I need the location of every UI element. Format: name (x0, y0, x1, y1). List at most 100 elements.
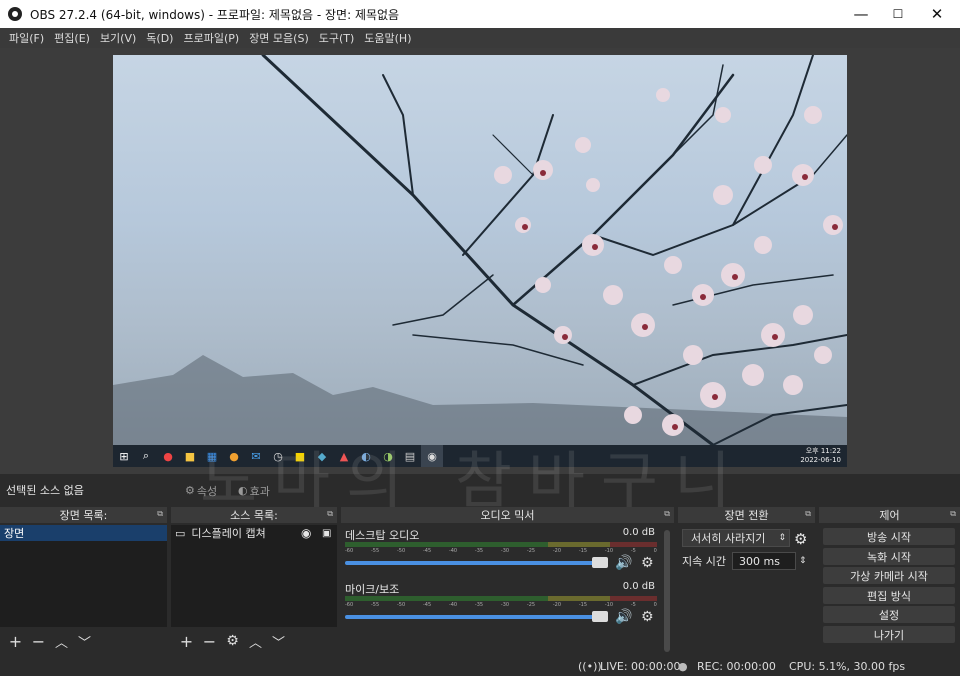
source-item-label: 디스플레이 캡쳐 (191, 527, 266, 540)
undock-icon[interactable]: ⧉ (157, 509, 163, 519)
chrome-icon: ● (163, 449, 173, 463)
filter-icon: ◐ (238, 484, 248, 497)
scenes-dock: 장면 목록: ⧉ 장면 + − ︿ ﹀ (0, 507, 167, 653)
menu-bar: 파일(F) 편집(E) 보기(V) 독(D) 프로파일(P) 장면 모음(S) … (0, 28, 960, 48)
gear-icon: ⚙ (185, 484, 195, 497)
monitor-icon: ▭ (175, 526, 186, 540)
undock-icon[interactable]: ⧉ (664, 509, 670, 519)
audio-mixer: 데스크탑 오디오 0.0 dB -60 -55 -50 -45 -40 -35 -30 -25… (341, 525, 671, 653)
volume-slider[interactable] (345, 561, 607, 565)
scene-list: 장면 (0, 525, 167, 627)
browser-icon: ● (229, 449, 239, 463)
remove-source-icon[interactable]: − (198, 632, 221, 651)
visibility-eye-icon[interactable]: ◉ (301, 526, 311, 540)
no-source-selected-label: 선택된 소스 없음 (6, 484, 84, 497)
transitions-panel: 서서히 사라지기 ⇕ ⚙ 지속 시간 300 ms ⇕ (678, 525, 815, 653)
menu-help[interactable]: 도움말(H) (359, 30, 416, 46)
controls-header: 제어 ⧉ (819, 507, 960, 523)
move-down-icon[interactable]: ﹀ (73, 632, 96, 651)
close-button[interactable]: ✕ (914, 0, 960, 28)
volume-slider-handle[interactable] (592, 611, 608, 622)
meter-ticks: -60 -55 -50 -45 -40 -35 -30 -25 -20 -15 -10 -5 0 (345, 548, 657, 554)
desktop-audio-channel: 데스크탑 오디오 0.0 dB -60 -55 -50 -45 -40 -35 -30 -25… (345, 527, 657, 571)
move-up-icon[interactable]: ︿ (244, 632, 267, 651)
transitions-dock: 장면 전환 ⧉ (678, 507, 815, 525)
menu-scene-collection[interactable]: 장면 모음(S) (244, 30, 314, 46)
add-source-icon[interactable]: + (175, 632, 198, 651)
transition-select[interactable]: 서서히 사라지기 ⇕ (682, 529, 790, 547)
taskbar-clock: 오후 11:22 2022-06-10 (800, 447, 841, 464)
channel-name: 마이크/보조 (345, 583, 400, 596)
move-down-icon[interactable]: ﹀ (267, 632, 290, 651)
studio-mode-button[interactable]: 편집 방식 (823, 587, 955, 604)
clock-app-icon: ◷ (273, 449, 283, 463)
status-bar: ((•)) LIVE: 00:00:00 ● REC: 00:00:00 CPU… (0, 656, 960, 676)
folder-icon: ■ (184, 449, 196, 463)
speaker-icon[interactable]: 🔊 (615, 609, 632, 625)
menu-edit[interactable]: 편집(E) (49, 30, 95, 46)
preview-canvas[interactable]: ⊞ ⌕ ● ■ ▦ ● ✉ ◷ ■ ◆ ▲ ◐ ◑ ▤ ◉ 오후 11:22 20… (113, 55, 847, 467)
desktop-taskbar: ⊞ ⌕ ● ■ ▦ ● ✉ ◷ ■ ◆ ▲ ◐ ◑ ▤ ◉ 오후 11:22 20… (113, 445, 847, 467)
volume-slider[interactable] (345, 615, 607, 619)
source-properties-icon[interactable]: ⚙ (221, 633, 244, 649)
mic-aux-channel: 마이크/보조 0.0 dB -60 -55 -50 -45 -40 -35 -30 -25 -2… (345, 581, 657, 625)
gear-icon[interactable]: ⚙ (794, 530, 807, 548)
menu-file[interactable]: 파일(F) (4, 30, 49, 46)
sources-dock: 소스 목록: ⧉ ▭ 디스플레이 캡쳐 ◉ ▣ + − ⚙ ︿ ﹀ (171, 507, 337, 653)
sticky-notes-icon: ■ (294, 449, 306, 463)
gear-icon[interactable]: ⚙ (641, 555, 654, 571)
undock-icon[interactable]: ⧉ (805, 509, 811, 519)
mixer-scrollbar[interactable] (664, 530, 670, 652)
mixer-header: 오디오 믹서 ⧉ (341, 507, 674, 523)
exit-button[interactable]: 나가기 (823, 626, 955, 643)
live-timer: LIVE: 00:00:00 (600, 659, 681, 673)
paint-icon: ◐ (361, 449, 371, 463)
palette-icon: ◑ (383, 449, 393, 463)
start-streaming-button[interactable]: 방송 시작 (823, 528, 955, 545)
spin-arrows-icon[interactable]: ⇕ (799, 556, 807, 566)
volume-meter (345, 596, 657, 601)
properties-button[interactable]: ⚙ 속성 (185, 481, 217, 500)
start-recording-button[interactable]: 녹화 시작 (823, 548, 955, 565)
start-virtual-camera-button[interactable]: 가상 카메라 시작 (823, 567, 955, 584)
volume-slider-handle[interactable] (592, 557, 608, 568)
lock-icon[interactable]: ▣ (322, 528, 331, 539)
settings-button[interactable]: 설정 (823, 606, 955, 623)
add-scene-icon[interactable]: + (4, 632, 27, 651)
duration-input[interactable]: 300 ms (731, 552, 796, 570)
speaker-icon[interactable]: 🔊 (615, 555, 632, 571)
undock-icon[interactable]: ⧉ (327, 509, 333, 519)
source-list: ▭ 디스플레이 캡쳐 ◉ ▣ (171, 525, 337, 627)
duration-label: 지속 시간 (682, 555, 726, 568)
scene-item[interactable]: 장면 (0, 525, 167, 541)
broadcast-icon: ((•)) (578, 659, 602, 673)
preview-area[interactable]: ⊞ ⌕ ● ■ ▦ ● ✉ ◷ ■ ◆ ▲ ◐ ◑ ▤ ◉ 오후 11:22 20… (0, 48, 960, 474)
volume-meter (345, 542, 657, 547)
cpu-fps: CPU: 5.1%, 30.00 fps (789, 659, 906, 673)
menu-docks[interactable]: 독(D) (141, 30, 178, 46)
undock-icon[interactable]: ⧉ (950, 509, 956, 519)
title-bar: OBS 27.2.4 (64-bit, windows) - 프로파일: 제목없… (0, 0, 960, 28)
gear-icon[interactable]: ⚙ (641, 609, 654, 625)
image-viewer-icon: ▲ (339, 449, 349, 463)
scenes-header: 장면 목록: ⧉ (0, 507, 167, 523)
meter-ticks: -60 -55 -50 -45 -40 -35 -30 -25 -20 -15 -10 -5 0 (345, 602, 657, 608)
chevron-updown-icon: ⇕ (778, 533, 786, 543)
menu-view[interactable]: 보기(V) (95, 30, 141, 46)
controls-panel: 방송 시작 녹화 시작 가상 카메라 시작 편집 방식 설정 나가기 (818, 525, 960, 653)
remove-scene-icon[interactable]: − (27, 632, 50, 651)
menu-profile[interactable]: 프로파일(P) (178, 30, 244, 46)
source-toolbar: 선택된 소스 없음 (0, 478, 960, 502)
source-item[interactable]: ▭ 디스플레이 캡쳐 ◉ ▣ (171, 525, 337, 541)
window-title: OBS 27.2.4 (64-bit, windows) - 프로파일: 제목없… (30, 7, 400, 22)
rec-timer: REC: 00:00:00 (697, 659, 776, 673)
channel-db: 0.0 dB (622, 527, 655, 538)
duration-row: 지속 시간 300 ms ⇕ (682, 551, 807, 571)
menu-tools[interactable]: 도구(T) (314, 30, 360, 46)
move-up-icon[interactable]: ︿ (50, 632, 73, 651)
transitions-header: 장면 전환 ⧉ (678, 507, 815, 523)
sources-header: 소스 목록: ⧉ (171, 507, 337, 523)
mail-icon: ✉ (251, 449, 261, 463)
app-icon: ◆ (317, 449, 327, 463)
filters-button[interactable]: ◐ 효과 (238, 481, 270, 500)
